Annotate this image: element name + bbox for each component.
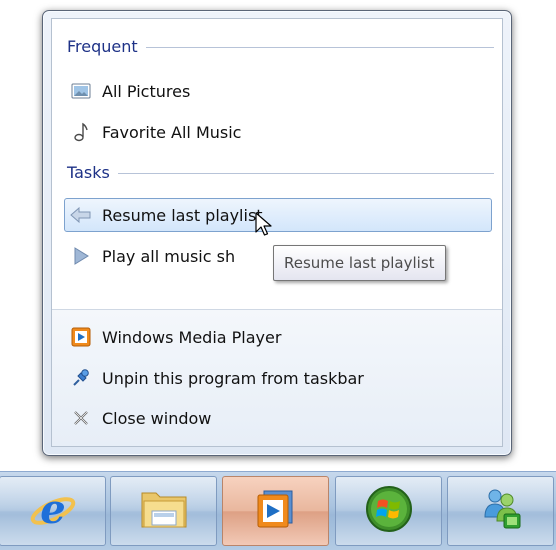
music-note-icon	[70, 122, 92, 142]
messenger-icon	[476, 484, 526, 538]
footer-item-windows-media-player[interactable]: Windows Media Player	[64, 320, 492, 354]
unpin-icon	[70, 368, 92, 388]
list-item-label: Favorite All Music	[102, 122, 242, 142]
back-arrow-icon	[70, 205, 92, 225]
jump-list-body: Frequent All Pictures Favorite All Music…	[51, 18, 503, 447]
windows-logo-icon	[364, 484, 414, 538]
close-window-icon	[70, 408, 92, 428]
taskbar-button-internet-explorer[interactable]: e	[0, 476, 106, 546]
task-resume-last-playlist[interactable]: Resume last playlist	[64, 198, 492, 232]
taskbar-button-windows-live-messenger[interactable]	[447, 476, 554, 546]
task-label: Resume last playlist	[102, 205, 263, 225]
taskbar: e	[0, 471, 556, 550]
footer-item-close-window[interactable]: Close window	[64, 401, 492, 435]
tooltip: Resume last playlist	[273, 245, 446, 281]
footer-item-label: Unpin this program from taskbar	[102, 368, 364, 388]
windows-media-player-icon	[253, 486, 299, 536]
list-item-favorite-all-music[interactable]: Favorite All Music	[64, 115, 492, 149]
svg-text:e: e	[40, 486, 65, 533]
folder-icon	[138, 485, 190, 537]
tasks-header-label: Tasks	[67, 162, 110, 182]
screen: Frequent All Pictures Favorite All Music…	[0, 0, 556, 550]
tooltip-text: Resume last playlist	[284, 254, 435, 272]
task-label: Play all music sh	[102, 246, 236, 266]
frequent-header-label: Frequent	[67, 36, 138, 56]
pictures-icon	[70, 81, 92, 101]
footer-item-unpin[interactable]: Unpin this program from taskbar	[64, 361, 492, 395]
jump-list: Frequent All Pictures Favorite All Music…	[42, 10, 512, 456]
internet-explorer-icon: e	[28, 484, 78, 538]
footer-item-label: Close window	[102, 408, 212, 428]
header-divider	[145, 46, 494, 48]
taskbar-button-windows-media-player[interactable]	[222, 476, 329, 546]
windows-media-player-icon	[70, 327, 92, 347]
mouse-cursor-icon	[255, 212, 273, 242]
tasks-header: Tasks	[67, 162, 494, 182]
jump-list-footer: Windows Media Player Unpin this program …	[52, 309, 502, 446]
footer-item-label: Windows Media Player	[102, 327, 282, 347]
taskbar-button-windows-media-center[interactable]	[335, 476, 442, 546]
header-divider	[117, 172, 494, 174]
list-item-label: All Pictures	[102, 81, 191, 101]
frequent-header: Frequent	[67, 36, 494, 56]
play-arrow-icon	[70, 246, 92, 266]
taskbar-button-windows-explorer[interactable]	[110, 476, 217, 546]
list-item-all-pictures[interactable]: All Pictures	[64, 74, 492, 108]
